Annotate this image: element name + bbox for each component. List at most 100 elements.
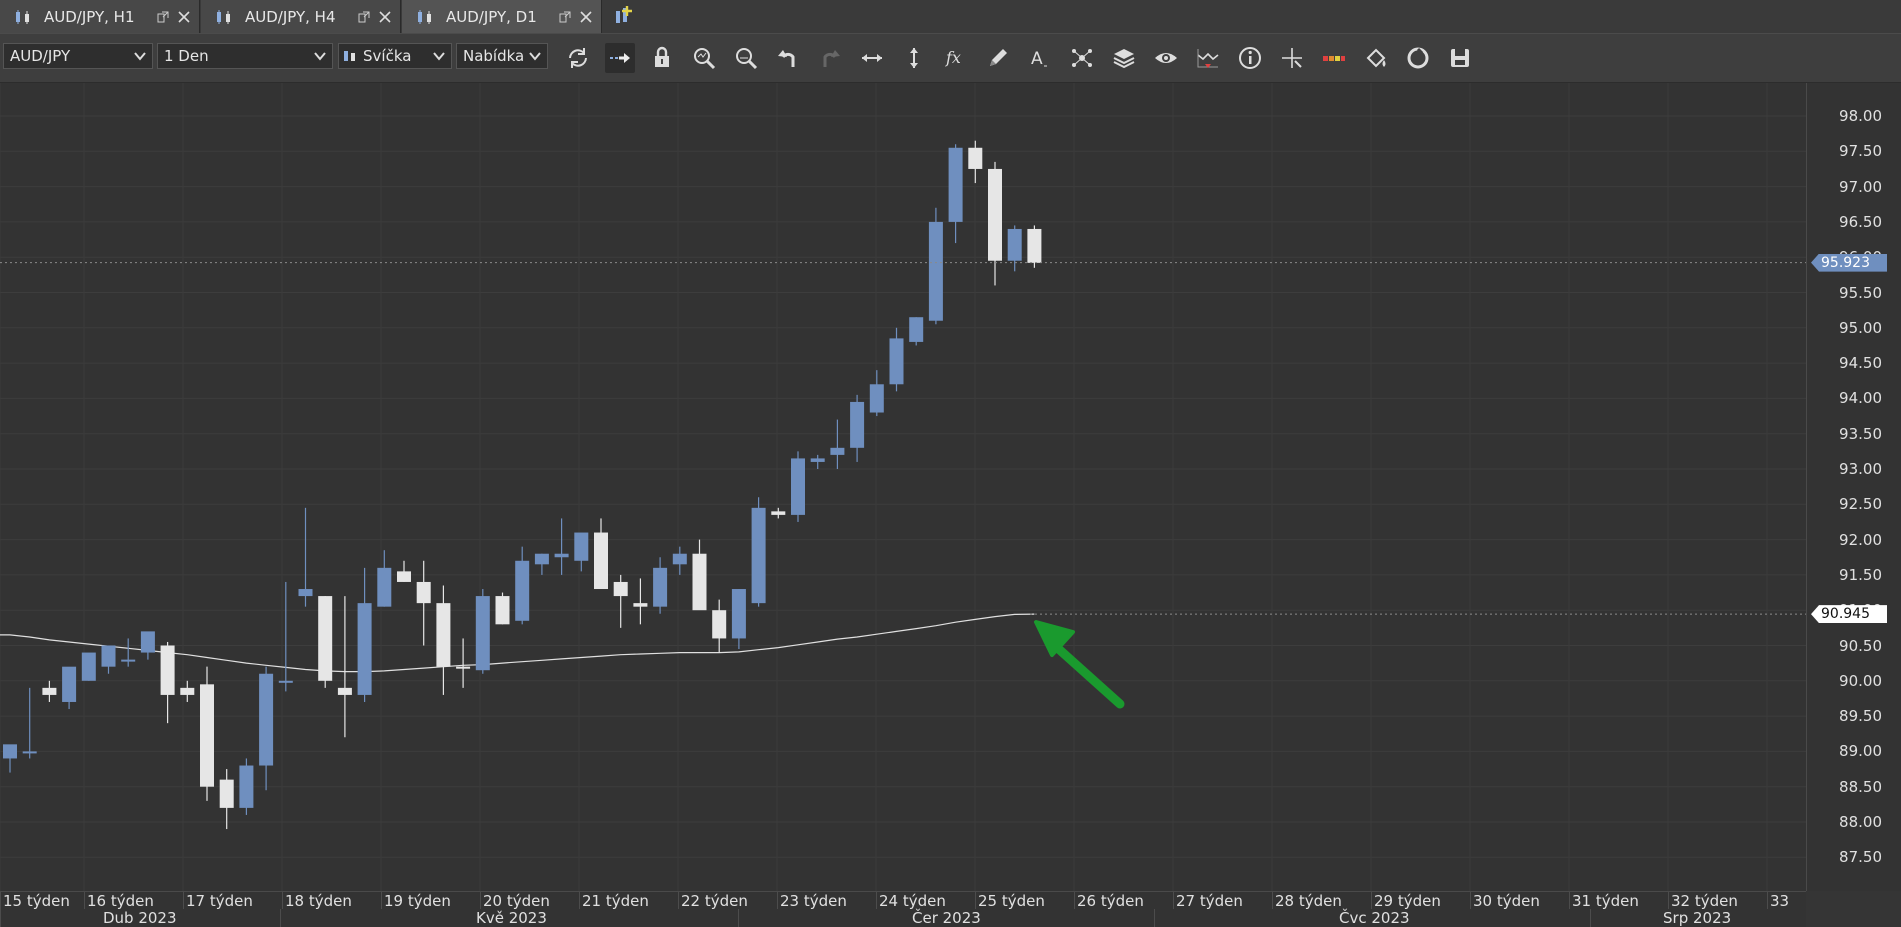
month-separator <box>0 909 1 927</box>
month-label: Srp 2023 <box>1663 909 1732 927</box>
candle-body <box>948 147 963 222</box>
add-chart-icon[interactable] <box>612 4 636 28</box>
candle-body <box>475 596 490 671</box>
candle-body <box>219 779 234 808</box>
zoom-in-button[interactable] <box>689 43 719 73</box>
tab-label: AUD/JPY, H4 <box>245 7 336 26</box>
candle <box>121 638 136 667</box>
tab-audjpy-h1[interactable]: AUD/JPY, H1 <box>0 0 200 33</box>
price-axis[interactable]: 98.0097.5097.0096.5096.0095.5095.0094.50… <box>1806 83 1901 891</box>
info-icon <box>1239 47 1261 69</box>
save-button[interactable] <box>1445 43 1475 73</box>
lock-button[interactable] <box>647 43 677 73</box>
visibility-eye-icon <box>1155 53 1177 63</box>
signals-icon <box>1197 49 1219 68</box>
price-axis-label: 93.00 <box>1839 460 1882 478</box>
green-arrow-head <box>1034 620 1075 657</box>
arrow-annotation <box>1034 620 1125 709</box>
candle <box>830 419 845 469</box>
horizontal-scale-icon <box>862 54 882 62</box>
candle <box>574 532 589 572</box>
week-label: 33 <box>1770 892 1790 910</box>
shift-chart-button[interactable] <box>605 43 635 73</box>
refresh-button[interactable] <box>563 43 593 73</box>
theme-button[interactable] <box>1361 43 1391 73</box>
lock-icon <box>655 46 669 67</box>
candle-body <box>791 458 805 515</box>
candle-body <box>456 666 471 669</box>
week-label: 17 týden <box>186 892 253 910</box>
week-separator <box>579 892 580 909</box>
indicators-fx-icon: fx <box>945 48 961 67</box>
week-label: 18 týden <box>285 892 352 910</box>
candle-type-icon <box>344 51 355 61</box>
undo-button[interactable] <box>773 43 803 73</box>
price-axis-label: 92.50 <box>1839 495 1882 514</box>
candle <box>160 641 175 724</box>
candle <box>298 507 313 607</box>
vertical-scale-icon <box>910 48 918 68</box>
drawing-button[interactable] <box>983 43 1013 73</box>
candle-chart-icon <box>418 9 431 24</box>
chart-plot-area[interactable] <box>0 83 1806 891</box>
week-label: 16 týden <box>87 892 154 910</box>
info-button[interactable] <box>1235 43 1265 73</box>
period-select[interactable]: 1 Den <box>157 43 333 69</box>
candle <box>534 553 549 575</box>
week-label: 26 týden <box>1077 892 1144 910</box>
candle-body <box>830 447 845 455</box>
week-label: 30 týden <box>1473 892 1540 910</box>
price-axis-label: 95.50 <box>1839 283 1882 302</box>
zoom-out-button[interactable] <box>731 43 761 73</box>
month-separator <box>738 909 739 927</box>
candle-body <box>140 631 155 653</box>
tab-audjpy-h4[interactable]: AUD/JPY, H4 <box>201 0 401 33</box>
text-tool-button[interactable]: A <box>1025 43 1055 73</box>
detach-icon[interactable] <box>357 10 371 24</box>
visibility-button[interactable] <box>1151 43 1181 73</box>
close-icon[interactable] <box>177 10 191 24</box>
signals-button[interactable] <box>1193 43 1223 73</box>
price-axis-label: 97.00 <box>1839 177 1882 196</box>
chevron-down-icon <box>134 52 146 61</box>
offer-side-select[interactable]: Nabídka <box>456 43 548 69</box>
pattern-button[interactable] <box>1067 43 1097 73</box>
price-axis-label: 88.50 <box>1839 777 1882 796</box>
redo-icon <box>823 50 840 67</box>
close-icon[interactable] <box>378 10 392 24</box>
instrument-select[interactable]: AUD/JPY <box>3 43 153 69</box>
redo-button[interactable] <box>815 43 845 73</box>
layers-button[interactable] <box>1109 43 1139 73</box>
detach-icon[interactable] <box>156 10 170 24</box>
price-axis-label: 89.50 <box>1839 707 1882 726</box>
week-separator <box>84 892 85 909</box>
candle <box>810 454 825 469</box>
horizontal-scale-button[interactable] <box>857 43 887 73</box>
week-separator <box>876 892 877 909</box>
template-button[interactable] <box>1403 43 1433 73</box>
chart-type-select[interactable]: Svíčka <box>338 43 452 69</box>
week-label: 29 týden <box>1374 892 1441 910</box>
trading-app: AUD/JPY, H1 AUD/JPY, H4 AUD/JPY, D1 AUD/… <box>0 0 1901 927</box>
candlestick-chart <box>0 83 1806 891</box>
candle-body <box>42 687 57 695</box>
price-axis-label: 87.50 <box>1839 848 1882 867</box>
vertical-scale-button[interactable] <box>899 43 929 73</box>
time-axis[interactable]: 15 týden 16 týden 17 týden 18 týden 19 týden… <box>0 891 1806 927</box>
tab-audjpy-d1[interactable]: AUD/JPY, D1 <box>402 0 602 33</box>
instrument-value: AUD/JPY <box>10 47 71 65</box>
candle <box>180 680 195 702</box>
close-icon[interactable] <box>579 10 593 24</box>
indicators-button[interactable]: fx <box>941 43 971 73</box>
colors-button[interactable] <box>1319 43 1349 73</box>
crosshair-button[interactable] <box>1277 43 1307 73</box>
candle-body <box>200 684 214 787</box>
candle <box>357 567 372 702</box>
candle <box>416 560 431 646</box>
candle-body <box>869 384 884 413</box>
week-label: 22 týden <box>681 892 748 910</box>
candle <box>101 645 116 674</box>
candle <box>397 560 411 582</box>
week-label: 15 týden <box>3 892 70 910</box>
detach-icon[interactable] <box>558 10 572 24</box>
